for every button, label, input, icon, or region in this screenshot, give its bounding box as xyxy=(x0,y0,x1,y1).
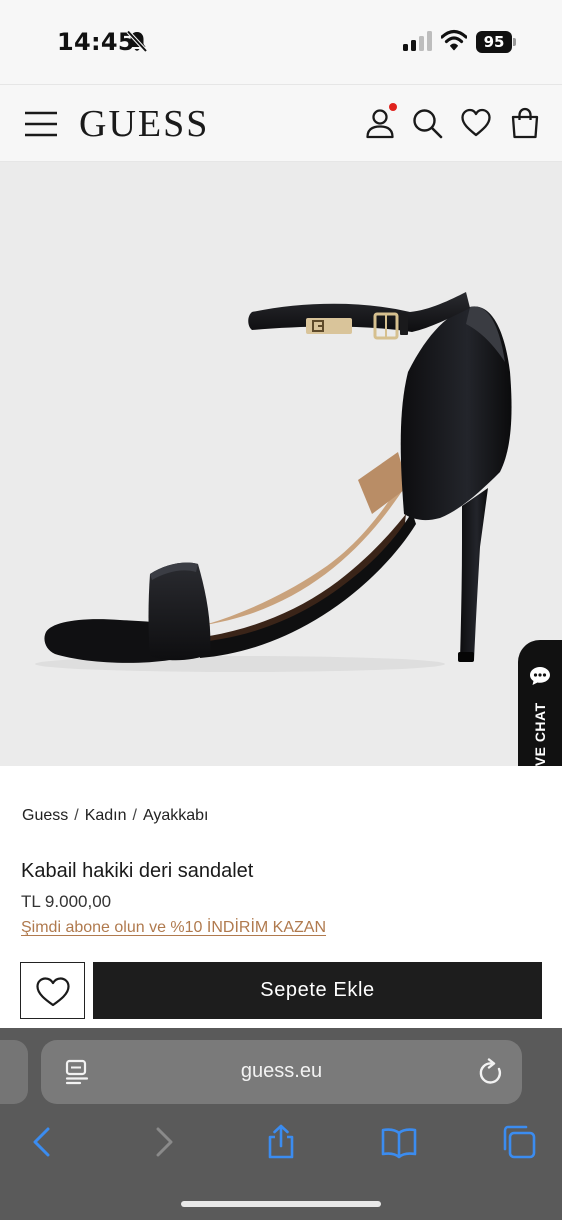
product-title: Kabail hakiki deri sandalet xyxy=(21,860,254,882)
breadcrumb-item-guess[interactable]: Guess xyxy=(22,807,68,825)
add-to-wishlist-button[interactable] xyxy=(20,962,85,1019)
tabs-icon[interactable] xyxy=(501,1124,537,1160)
live-chat-label: LIVE CHAT xyxy=(532,702,548,766)
breadcrumb-item-kadin[interactable]: Kadın xyxy=(85,807,127,825)
battery-indicator: 95 xyxy=(476,31,516,53)
breadcrumb-separator: / xyxy=(132,807,137,824)
battery-level: 95 xyxy=(476,31,512,53)
forward-icon[interactable] xyxy=(146,1124,182,1160)
breadcrumb-separator: / xyxy=(74,807,79,824)
back-icon[interactable] xyxy=(24,1124,60,1160)
heart-icon xyxy=(36,977,70,1007)
share-icon[interactable] xyxy=(263,1124,299,1160)
url-text: guess.eu xyxy=(240,1060,323,1082)
site-header: GUESS xyxy=(0,84,562,162)
add-to-cart-button[interactable]: Sepete Ekle xyxy=(93,962,542,1019)
chat-bubble-icon xyxy=(530,667,550,685)
guess-logo[interactable]: GUESS xyxy=(79,104,209,144)
account-icon[interactable] xyxy=(364,107,396,139)
reload-icon[interactable] xyxy=(478,1058,504,1086)
menu-icon[interactable] xyxy=(24,110,58,138)
wifi-icon xyxy=(441,29,467,51)
breadcrumb-item-ayakkabi[interactable]: Ayakkabı xyxy=(143,807,209,825)
product-price: TL 9.000,00 xyxy=(21,892,112,911)
sandal-illustration xyxy=(35,292,512,672)
status-bar: 14:45 95 xyxy=(0,0,562,84)
previous-tab-preview[interactable] xyxy=(0,1040,28,1104)
search-icon[interactable] xyxy=(411,107,443,139)
home-indicator[interactable] xyxy=(181,1201,381,1207)
signal-icon xyxy=(403,31,432,51)
product-image[interactable]: LIVE CHAT xyxy=(0,162,562,766)
browser-bottom-bar: guess.eu xyxy=(0,1028,562,1220)
heart-icon[interactable] xyxy=(460,107,492,139)
subscribe-promo-link[interactable]: Şimdi abone olun ve %10 İNDİRİM KAZAN xyxy=(21,919,326,937)
live-chat-button[interactable]: LIVE CHAT xyxy=(518,640,562,766)
status-time: 14:45 xyxy=(57,28,135,56)
breadcrumb: Guess / Kadın / Ayakkabı xyxy=(22,807,209,825)
bell-muted-icon xyxy=(126,30,148,53)
bookmarks-icon[interactable] xyxy=(381,1124,417,1160)
shopping-bag-icon[interactable] xyxy=(509,107,541,139)
account-notification-dot xyxy=(389,103,397,111)
address-bar[interactable]: guess.eu xyxy=(41,1040,522,1104)
